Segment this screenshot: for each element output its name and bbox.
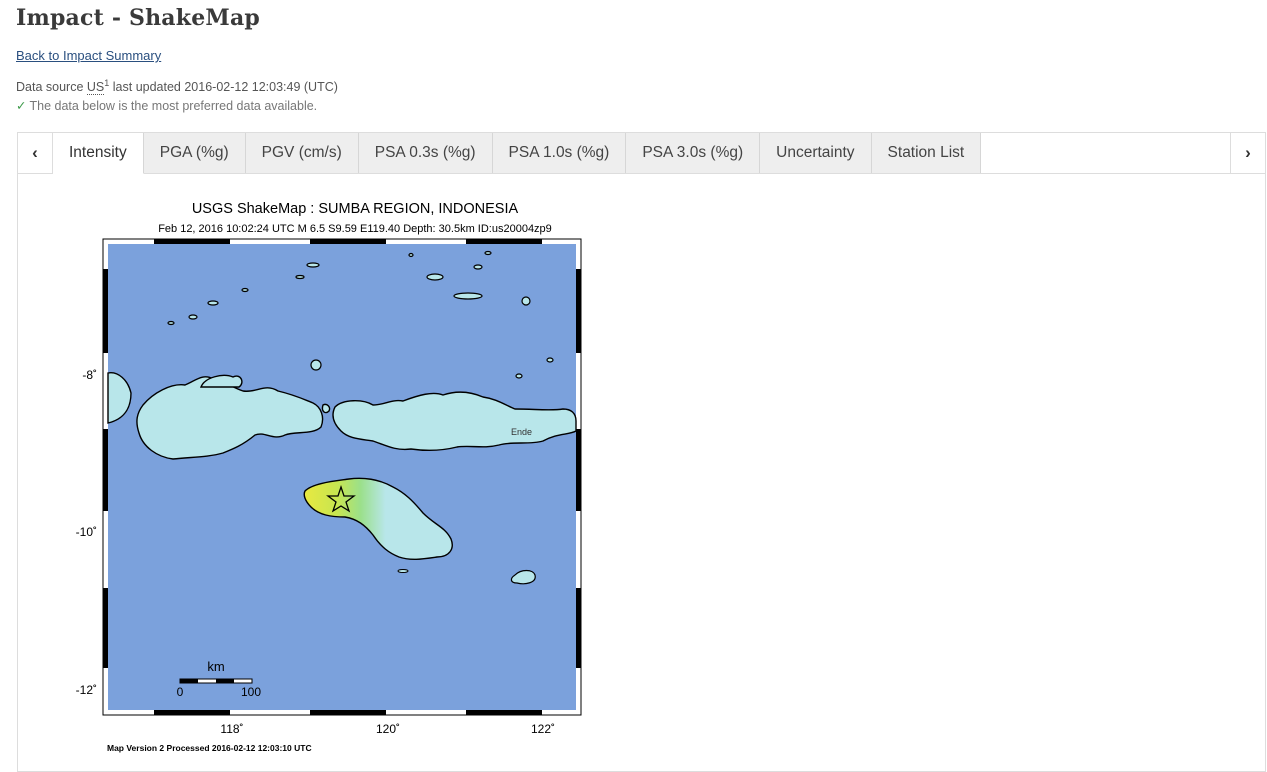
page: Impact - ShakeMap Back to Impact Summary… xyxy=(0,0,1267,116)
map-title: USGS ShakeMap : SUMBA REGION, INDONESIA xyxy=(192,201,519,217)
preferred-note: The data below is the most preferred dat… xyxy=(29,99,318,113)
tab-psa-10s[interactable]: PSA 1.0s (%g) xyxy=(492,133,627,173)
tab-psa-03s[interactable]: PSA 0.3s (%g) xyxy=(358,133,493,173)
tab-pgv[interactable]: PGV (cm/s) xyxy=(245,133,359,173)
scale-min: 0 xyxy=(177,685,184,699)
lon-label: 120˚ xyxy=(376,722,400,736)
scale-bar xyxy=(179,678,253,684)
back-to-impact-summary-link[interactable]: Back to Impact Summary xyxy=(16,48,161,63)
lat-label: -8˚ xyxy=(82,368,97,382)
map-footer: Map Version 2 Processed 2016-02-12 12:03… xyxy=(107,743,312,753)
lon-label: 122˚ xyxy=(531,722,555,736)
chevron-left-icon[interactable]: ‹ xyxy=(18,133,53,173)
check-icon: ✓ xyxy=(16,99,27,113)
map-subtitle: Feb 12, 2016 10:02:24 UTC M 6.5 S9.59 E1… xyxy=(158,223,552,235)
shakemap-image: USGS ShakeMap : SUMBA REGION, INDONESIA … xyxy=(73,195,613,760)
tab-psa-30s[interactable]: PSA 3.0s (%g) xyxy=(626,133,761,173)
last-updated: last updated 2016-02-12 12:03:49 (UTC) xyxy=(112,80,338,94)
ocean xyxy=(108,244,576,710)
page-title: Impact - ShakeMap xyxy=(16,5,260,31)
tab-pga[interactable]: PGA (%g) xyxy=(143,133,246,173)
data-source-info: Data source US1 last updated 2016-02-12 … xyxy=(16,78,1251,116)
tab-bar: ‹ Intensity PGA (%g) PGV (cm/s) PSA 0.3s… xyxy=(18,133,1265,174)
chevron-right-icon[interactable]: › xyxy=(1230,133,1265,173)
lat-label: -12˚ xyxy=(76,683,97,697)
city-label-ende: Ende xyxy=(511,427,532,437)
data-source-code[interactable]: US xyxy=(86,80,105,95)
lat-label: -10˚ xyxy=(76,525,97,539)
shakemap-tabs-panel: ‹ Intensity PGA (%g) PGV (cm/s) PSA 0.3s… xyxy=(17,132,1266,772)
lon-label: 118˚ xyxy=(220,722,243,736)
data-source-label: Data source xyxy=(16,80,84,94)
scale-unit: km xyxy=(207,659,224,674)
south-islet xyxy=(397,569,409,573)
data-source-sup: 1 xyxy=(104,77,110,88)
shakemap-svg: USGS ShakeMap : SUMBA REGION, INDONESIA … xyxy=(76,201,582,753)
tab-uncertainty[interactable]: Uncertainty xyxy=(760,133,872,173)
tab-station-list[interactable]: Station List xyxy=(871,133,982,173)
tab-intensity[interactable]: Intensity xyxy=(53,133,144,174)
scale-max: 100 xyxy=(241,685,261,699)
